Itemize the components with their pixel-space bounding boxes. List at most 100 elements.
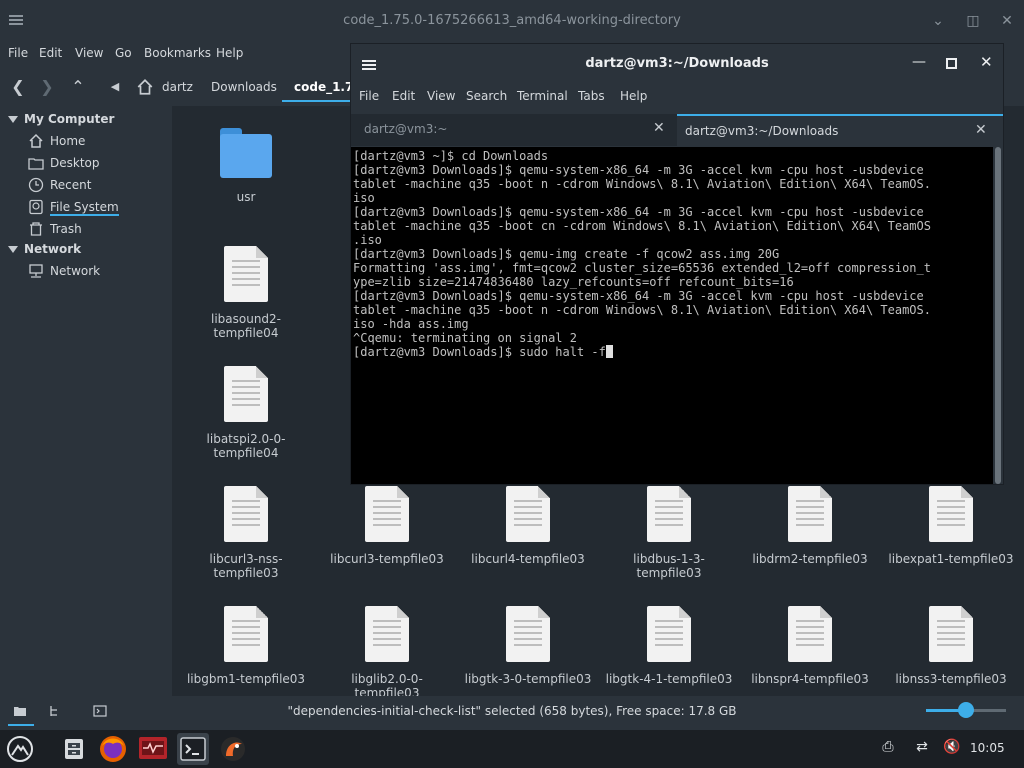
- maximize-icon[interactable]: ◫: [964, 12, 982, 30]
- menu-view[interactable]: View: [427, 89, 455, 103]
- menu-terminal[interactable]: Terminal: [517, 89, 568, 103]
- file-item[interactable]: libasound2- tempfile04: [176, 246, 316, 340]
- minimize-icon[interactable]: —: [912, 54, 928, 72]
- terminal-title: dartz@vm3:~/Downloads: [585, 56, 769, 71]
- menu-go[interactable]: Go: [115, 46, 132, 60]
- sidebar-item-trash[interactable]: Trash: [28, 219, 168, 239]
- file-item[interactable]: libcurl3-nss- tempfile03: [176, 486, 316, 580]
- terminal-line: iso: [353, 191, 375, 205]
- sidebar-item-network[interactable]: Network: [28, 261, 168, 281]
- close-tab-icon[interactable]: ✕: [975, 122, 987, 138]
- terminal-line: [dartz@vm3 Downloads]$ qemu-system-x86_6…: [353, 163, 924, 177]
- terminal-line: .iso: [353, 233, 382, 247]
- collapse-triangle-icon[interactable]: [8, 116, 18, 123]
- menu-file[interactable]: File: [359, 89, 379, 103]
- sidebar-item-home[interactable]: Home: [28, 131, 168, 151]
- menu-edit[interactable]: Edit: [39, 46, 62, 60]
- file-item[interactable]: libgbm1-tempfile03: [176, 606, 316, 686]
- menu-edit[interactable]: Edit: [392, 89, 415, 103]
- file-item[interactable]: libnspr4-tempfile03: [740, 606, 880, 686]
- minimize-icon[interactable]: ⌄: [929, 12, 947, 30]
- menu-help[interactable]: Help: [620, 89, 647, 103]
- document-icon: [788, 486, 832, 542]
- active-panel-indicator: [8, 724, 34, 726]
- file-manager-menubar: File Edit View Go Bookmarks Help: [0, 42, 360, 66]
- sidebar-item-file-system[interactable]: File System: [28, 197, 168, 217]
- clock-icon: [28, 177, 44, 193]
- file-item[interactable]: libcurl4-tempfile03: [458, 486, 598, 566]
- menu-tabs[interactable]: Tabs: [578, 89, 605, 103]
- terminal-output[interactable]: [dartz@vm3 ~]$ cd Downloads [dartz@vm3 D…: [351, 147, 993, 484]
- sidebar-item-recent[interactable]: Recent: [28, 175, 168, 195]
- terminal-line: ^Cqemu: terminating on signal 2: [353, 331, 577, 345]
- window-title: code_1.75.0-1675266613_amd64-working-dir…: [343, 13, 681, 28]
- app-launcher-icon[interactable]: [6, 735, 34, 763]
- terminal-task[interactable]: [177, 733, 209, 765]
- terminal-line: tablet -machine q35 -boot n -cdrom Windo…: [353, 303, 931, 317]
- breadcrumb-dartz[interactable]: dartz: [162, 80, 193, 94]
- menu-search[interactable]: Search: [466, 89, 507, 103]
- firefox-icon[interactable]: [98, 734, 128, 764]
- terminal-titlebar[interactable]: dartz@vm3:~/Downloads — ✕: [351, 44, 1003, 84]
- places-sidebar: My Computer Home Desktop Recent File Sys…: [0, 106, 170, 696]
- system-monitor-icon[interactable]: [138, 735, 168, 763]
- document-icon: [647, 486, 691, 542]
- clock[interactable]: 10:05: [970, 741, 1005, 755]
- file-item[interactable]: libcurl3-tempfile03: [317, 486, 457, 566]
- file-item[interactable]: libgtk-3-0-tempfile03: [458, 606, 598, 686]
- taskbar: ⎙ ⇄ 🔇 10:05: [0, 730, 1024, 768]
- terminal-line: [dartz@vm3 Downloads]$ qemu-system-x86_6…: [353, 205, 924, 219]
- thunderbird-icon[interactable]: [218, 734, 248, 764]
- terminal-line: [dartz@vm3 Downloads]$ qemu-img create -…: [353, 247, 780, 261]
- back-icon[interactable]: ❮: [9, 78, 27, 96]
- navigation-toolbar: ❮ ❯ ⌃ ◀ dartz Downloads code_1.75: [0, 72, 361, 102]
- file-manager-titlebar[interactable]: code_1.75.0-1675266613_amd64-working-dir…: [0, 0, 1024, 42]
- menu-bookmarks[interactable]: Bookmarks: [144, 46, 211, 60]
- tab-home[interactable]: dartz@vm3:~ ✕: [351, 114, 676, 146]
- zoom-slider-handle[interactable]: [958, 702, 974, 718]
- collapse-triangle-icon[interactable]: [8, 246, 18, 253]
- breadcrumb-downloads[interactable]: Downloads: [211, 80, 277, 94]
- close-tab-icon[interactable]: ✕: [653, 120, 665, 136]
- terminal-scrollbar[interactable]: [993, 147, 1003, 484]
- status-bar: "dependencies-initial-check-list" select…: [0, 696, 1024, 730]
- sidebar-item-desktop[interactable]: Desktop: [28, 153, 168, 173]
- file-item-usr[interactable]: usr: [176, 126, 316, 204]
- terminal-icon: [180, 737, 206, 761]
- terminal-line: tablet -machine q35 -boot n -cdrom Windo…: [353, 177, 931, 191]
- document-icon: [929, 486, 973, 542]
- network-icon: [29, 264, 43, 278]
- my-computer-header[interactable]: My Computer: [8, 112, 114, 126]
- forward-icon[interactable]: ❯: [38, 78, 56, 96]
- document-icon: [224, 366, 268, 422]
- volume-muted-icon[interactable]: 🔇: [942, 739, 962, 759]
- file-item[interactable]: libdbus-1-3- tempfile03: [599, 486, 739, 580]
- menu-view[interactable]: View: [75, 46, 103, 60]
- menu-help[interactable]: Help: [216, 46, 243, 60]
- close-icon[interactable]: ✕: [998, 12, 1016, 30]
- file-item[interactable]: libglib2.0-0- tempfile03: [317, 606, 457, 696]
- up-icon[interactable]: ⌃: [69, 78, 87, 96]
- file-item[interactable]: libatspi2.0-0- tempfile04: [176, 366, 316, 460]
- document-icon: [788, 606, 832, 662]
- home-icon[interactable]: [136, 78, 154, 96]
- folder-icon: [220, 126, 272, 180]
- tab-downloads[interactable]: dartz@vm3:~/Downloads ✕: [677, 114, 1003, 146]
- maximize-icon[interactable]: [946, 58, 957, 69]
- file-item[interactable]: libdrm2-tempfile03: [740, 486, 880, 566]
- file-item[interactable]: libexpat1-tempfile03: [881, 486, 1021, 566]
- menu-file[interactable]: File: [8, 46, 28, 60]
- terminal-line: ype=zlib size=21474836480 lazy_refcounts…: [353, 275, 794, 289]
- breadcrumb-left-icon[interactable]: ◀: [106, 78, 124, 96]
- document-icon: [647, 606, 691, 662]
- file-item[interactable]: libgtk-4-1-tempfile03: [599, 606, 739, 686]
- network-header[interactable]: Network: [8, 242, 81, 256]
- file-manager-task[interactable]: [58, 733, 90, 765]
- scrollbar-thumb[interactable]: [995, 147, 1001, 484]
- document-icon: [224, 606, 268, 662]
- printer-icon[interactable]: ⎙: [878, 739, 898, 759]
- network-status-icon[interactable]: ⇄: [912, 739, 932, 759]
- terminal-prompt-line: [dartz@vm3 Downloads]$ sudo halt -f: [353, 345, 991, 359]
- file-item[interactable]: libnss3-tempfile03: [881, 606, 1021, 686]
- close-icon[interactable]: ✕: [980, 53, 996, 71]
